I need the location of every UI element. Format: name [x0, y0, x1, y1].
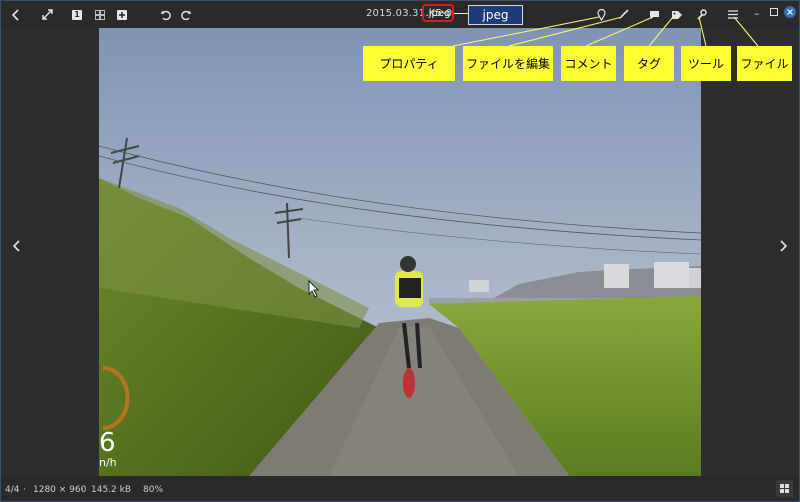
maximize-icon[interactable]: [770, 6, 778, 19]
back-icon[interactable]: [10, 6, 22, 23]
location-pin-icon[interactable]: [595, 6, 607, 23]
comment-icon[interactable]: [648, 6, 660, 23]
file-extension-highlight: .jpeg: [422, 4, 454, 22]
file-label: ファイル: [737, 46, 792, 81]
menu-icon[interactable]: [727, 6, 739, 23]
comment-label: コメント: [561, 46, 616, 81]
image-index: 4/4: [5, 485, 20, 495]
properties-label: プロパティ: [363, 46, 455, 81]
image-viewer: 6 n/h: [1, 28, 799, 476]
zoom-level[interactable]: 80%: [143, 485, 163, 495]
status-separator: ·: [81, 485, 84, 495]
status-separator: ·: [23, 485, 26, 495]
rotate-left-icon[interactable]: [159, 6, 171, 23]
edit-file-label: ファイルを編集: [463, 46, 553, 81]
brush-icon[interactable]: [617, 6, 629, 23]
previous-image-button[interactable]: [12, 240, 21, 256]
photo: 6 n/h: [99, 28, 701, 476]
tools-label: ツール: [681, 46, 731, 81]
speed-overlay-unit: n/h: [99, 456, 117, 469]
fullscreen-icon[interactable]: [41, 6, 53, 23]
grid-icon: [780, 484, 789, 493]
speed-overlay-digit: 6: [99, 428, 116, 458]
single-view-icon[interactable]: 1: [72, 6, 82, 23]
add-icon[interactable]: [117, 6, 127, 23]
grid-view-icon[interactable]: [95, 6, 105, 23]
image-viewer-window: 1 2015.03.31 K5-0 .jpeg jpeg – 6 n/h プロパ…: [0, 0, 800, 502]
rotate-right-icon[interactable]: [180, 6, 192, 23]
status-bar: 4/4 · 1280 × 960 · 145.2 kB 80%: [1, 476, 799, 501]
extension-callout: jpeg: [468, 5, 523, 25]
tag-label: タグ: [624, 46, 674, 81]
minimize-icon[interactable]: –: [754, 7, 760, 20]
file-size: 145.2 kB: [91, 485, 132, 495]
tag-icon[interactable]: [670, 6, 683, 23]
thumbnail-grid-button[interactable]: [776, 480, 793, 497]
close-icon[interactable]: [784, 6, 796, 21]
title-bar: 1 2015.03.31 K5-0 .jpeg jpeg –: [1, 1, 799, 28]
wrench-icon[interactable]: [695, 6, 707, 23]
extension-callout-line: [454, 13, 468, 14]
photo-scene: [99, 28, 701, 476]
next-image-button[interactable]: [779, 240, 788, 256]
single-view-label: 1: [72, 9, 82, 20]
image-resolution: 1280 × 960: [33, 485, 87, 495]
